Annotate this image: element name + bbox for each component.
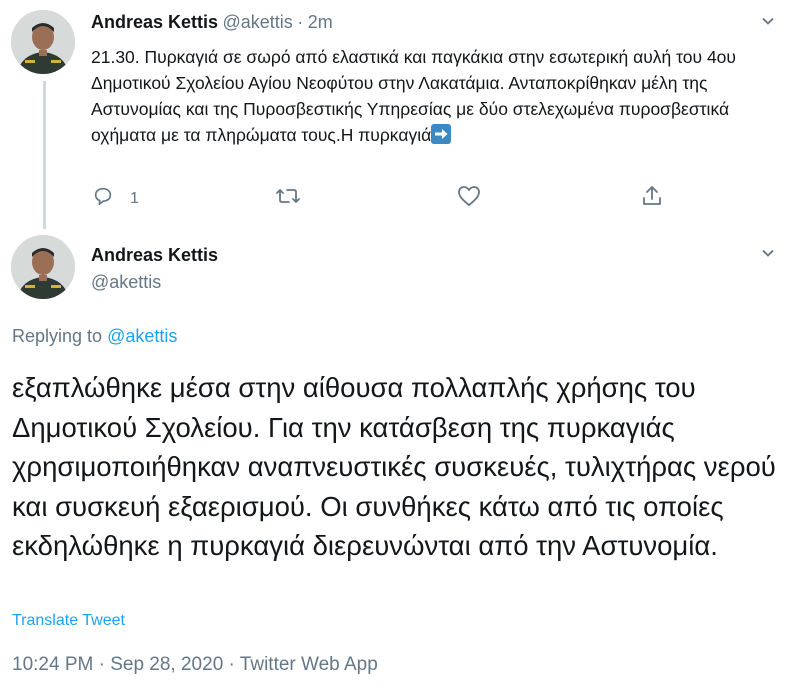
reply-count: 1	[130, 189, 139, 207]
chevron-down-icon[interactable]	[760, 13, 776, 32]
author-handle[interactable]: @akettis	[91, 272, 161, 293]
author-name[interactable]: Andreas Kettis	[91, 12, 218, 32]
tweet-text-content: 21.30. Πυρκαγιά σε σωρό από ελαστικά και…	[91, 47, 736, 145]
translate-tweet-link[interactable]: Translate Tweet	[12, 612, 125, 630]
arrow-right-emoji	[431, 124, 452, 144]
tweet-header: Andreas Kettis @akettis · 2m	[91, 12, 333, 33]
retweet-button[interactable]	[275, 185, 301, 212]
replying-to: Replying to @akettis	[12, 326, 177, 347]
replying-to-label: Replying to	[12, 326, 103, 346]
tweet-timestamp[interactable]: 10:24 PM · Sep 28, 2020 · Twitter Web Ap…	[12, 654, 378, 676]
like-icon	[457, 185, 481, 212]
tweet-text: 21.30. Πυρκαγιά σε σωρό από ελαστικά και…	[91, 44, 781, 148]
author-handle[interactable]: @akettis	[223, 12, 293, 32]
tweet-time[interactable]: 2m	[308, 12, 333, 32]
tweet-text: εξαπλώθηκε μέσα στην αίθουσα πολλαπλής χ…	[12, 372, 776, 561]
chevron-down-icon[interactable]	[760, 245, 776, 264]
replying-to-link[interactable]: @akettis	[107, 326, 177, 346]
thread-line	[43, 81, 46, 229]
avatar[interactable]	[11, 235, 75, 299]
reply-icon	[92, 185, 114, 212]
like-button[interactable]	[457, 185, 481, 212]
separator: ·	[297, 12, 304, 32]
avatar[interactable]	[11, 10, 75, 74]
author-name[interactable]: Andreas Kettis	[91, 245, 218, 266]
reply-button[interactable]: 1	[92, 185, 139, 212]
share-button[interactable]	[640, 184, 664, 213]
retweet-icon	[275, 185, 301, 212]
share-icon	[640, 184, 664, 213]
